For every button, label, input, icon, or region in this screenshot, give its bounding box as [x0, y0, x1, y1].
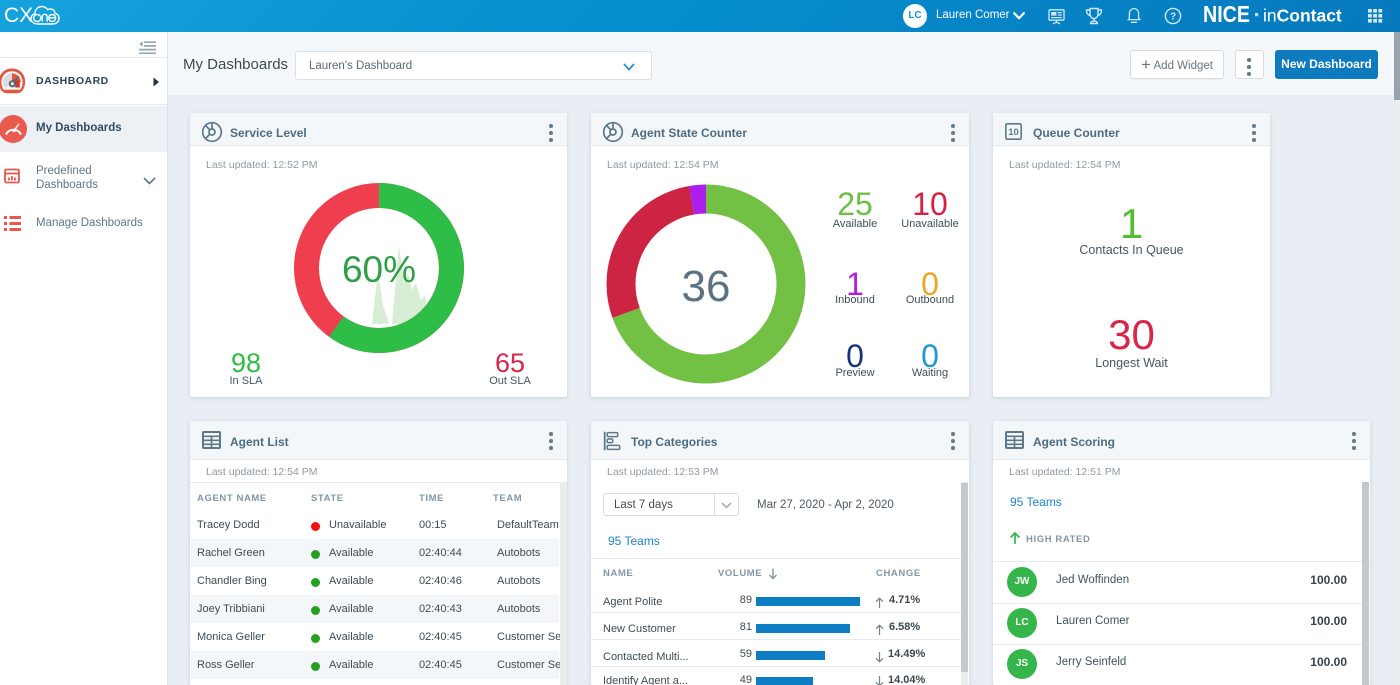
svg-text:36: 36 [682, 262, 731, 311]
svg-text:inContact: inContact [1263, 6, 1342, 26]
svg-text:?: ? [1170, 12, 1176, 23]
svg-text:10: 10 [1008, 127, 1019, 138]
svg-text:NICE: NICE [1203, 1, 1250, 27]
svg-text:CX: CX [4, 4, 33, 27]
svg-text:60%: 60% [342, 249, 416, 290]
